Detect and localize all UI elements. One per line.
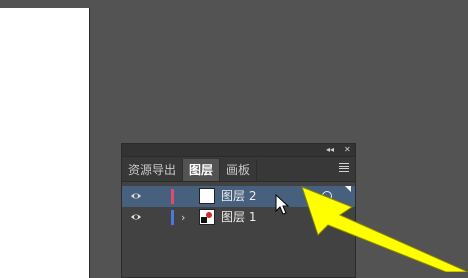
layer-thumbnail [199, 188, 215, 204]
collapse-panel-icon[interactable]: ◂◂ [326, 144, 334, 156]
tab-asset-export[interactable]: 资源导出 [122, 159, 184, 181]
chevron-right-icon[interactable]: › [181, 210, 185, 225]
panel-topbar: ◂◂ ✕ [122, 144, 355, 157]
tab-artboards[interactable]: 画板 [220, 159, 258, 181]
mouse-cursor-icon [275, 194, 290, 215]
eye-icon[interactable] [130, 212, 142, 222]
annotation-arrow [301, 186, 468, 272]
layer-color-bar [171, 189, 174, 204]
artboard[interactable] [0, 8, 89, 278]
layer-name[interactable]: 图层 2 [221, 189, 256, 204]
layer-thumbnail [199, 209, 215, 225]
layer-color-bar [171, 210, 174, 225]
layer-name[interactable]: 图层 1 [221, 210, 256, 225]
eye-icon[interactable] [130, 191, 142, 201]
tab-layers[interactable]: 图层 [183, 159, 221, 181]
panel-menu-icon[interactable] [339, 163, 349, 172]
panel-tabs: 资源导出 图层 画板 [122, 157, 355, 182]
close-panel-icon[interactable]: ✕ [344, 144, 351, 156]
